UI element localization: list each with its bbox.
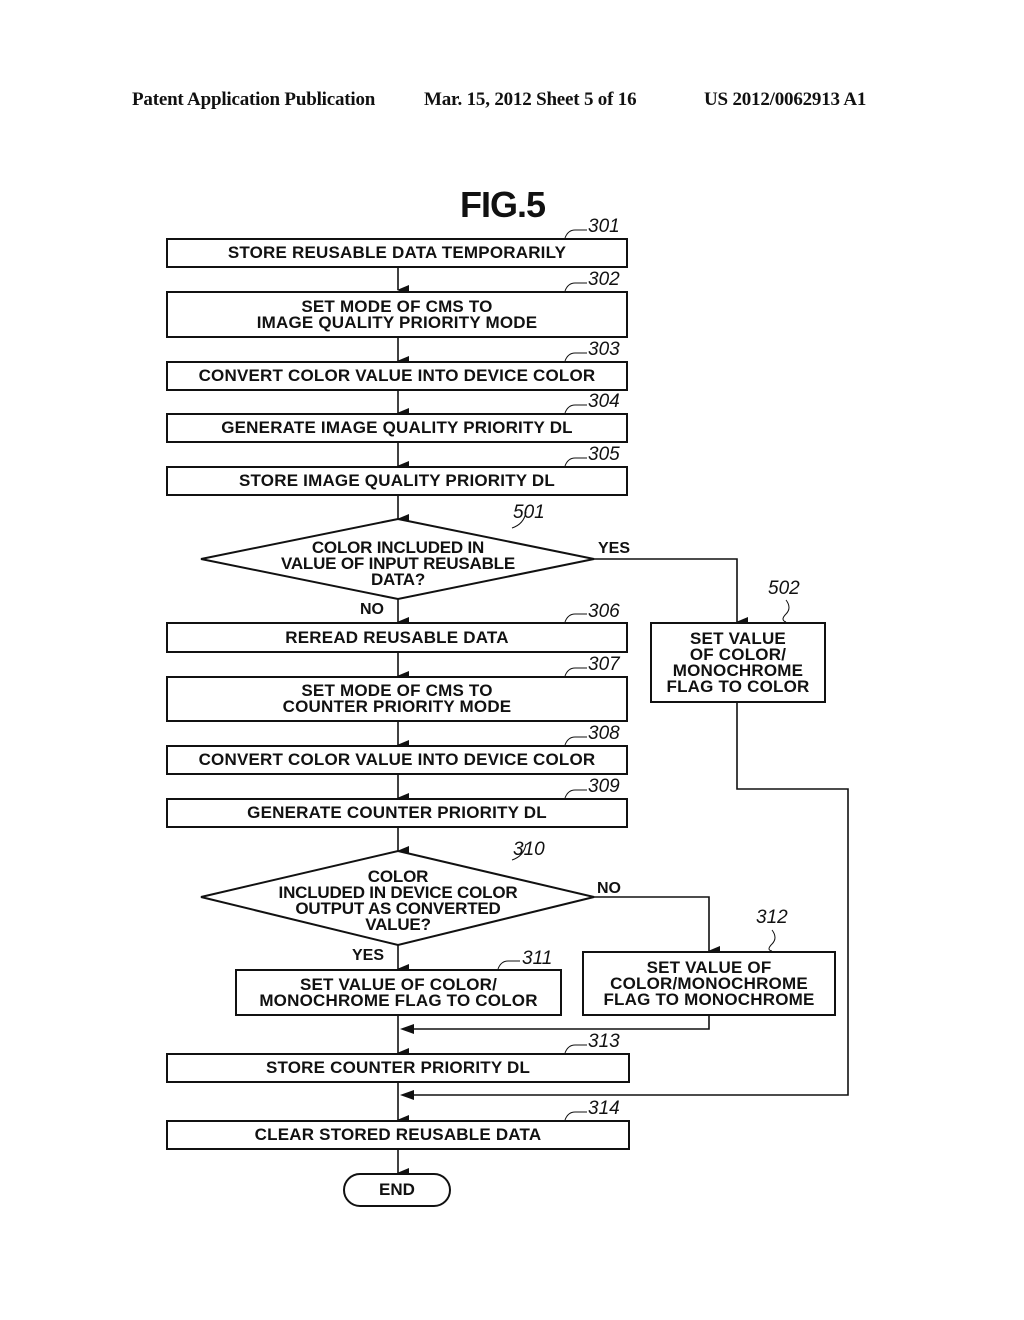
step-302-box: SET MODE OF CMS TO IMAGE QUALITY PRIORIT…	[166, 291, 628, 338]
leader-306	[564, 613, 587, 623]
step-314-text: CLEAR STORED REUSABLE DATA	[254, 1125, 542, 1144]
ref-501: 501	[513, 502, 545, 523]
leader-313	[564, 1044, 587, 1054]
ref-302: 302	[588, 269, 620, 290]
decision-310-yes-label: YES	[352, 947, 385, 964]
step-307-box: SET MODE OF CMS TO COUNTER PRIORITY MODE	[166, 676, 628, 722]
step-303-box: CONVERT COLOR VALUE INTO DEVICE COLOR	[166, 361, 628, 391]
ref-304: 304	[588, 391, 620, 412]
leader-312	[768, 929, 776, 952]
step-309-box: GENERATE COUNTER PRIORITY DL	[166, 798, 628, 828]
leader-302	[564, 282, 587, 292]
arrowhead-312-return	[400, 1024, 414, 1034]
step-312-box: SET VALUE OF COLOR/MONOCHROME FLAG TO MO…	[582, 951, 836, 1016]
step-306-box: REREAD REUSABLE DATA	[166, 622, 628, 653]
decision-501-text: COLOR INCLUDED IN VALUE OF INPUT REUSABL…	[280, 538, 516, 589]
step-311-box: SET VALUE OF COLOR/ MONOCHROME FLAG TO C…	[235, 969, 562, 1016]
leader-309	[564, 789, 587, 799]
step-305-text: STORE IMAGE QUALITY PRIORITY DL	[238, 471, 555, 490]
leader-301	[564, 229, 587, 239]
step-502-box: SET VALUE OF COLOR/ MONOCHROME FLAG TO C…	[650, 622, 826, 703]
step-502-text: SET VALUE OF COLOR/ MONOCHROME FLAG TO C…	[666, 628, 810, 696]
step-312-text: SET VALUE OF COLOR/MONOCHROME FLAG TO MO…	[603, 957, 815, 1009]
ref-303: 303	[588, 339, 620, 360]
ref-309: 309	[588, 776, 620, 797]
leader-311	[497, 960, 520, 970]
decision-501-yes-label: YES	[598, 540, 631, 557]
step-304-box: GENERATE IMAGE QUALITY PRIORITY DL	[166, 413, 628, 443]
step-308-box: CONVERT COLOR VALUE INTO DEVICE COLOR	[166, 745, 628, 775]
step-313-text: STORE COUNTER PRIORITY DL	[265, 1058, 531, 1077]
step-303-text: CONVERT COLOR VALUE INTO DEVICE COLOR	[198, 366, 596, 385]
leader-314	[564, 1111, 587, 1121]
step-308-text: CONVERT COLOR VALUE INTO DEVICE COLOR	[198, 750, 596, 769]
step-301-box: STORE REUSABLE DATA TEMPORARILY	[166, 238, 628, 268]
line-312-return	[414, 1016, 710, 1030]
ref-305: 305	[588, 444, 620, 465]
step-306-text: REREAD REUSABLE DATA	[285, 627, 509, 647]
leader-305	[564, 457, 587, 467]
step-302-text: SET MODE OF CMS TO IMAGE QUALITY PRIORIT…	[256, 296, 538, 332]
step-301-text: STORE REUSABLE DATA TEMPORARILY	[227, 243, 567, 262]
leader-502	[782, 599, 790, 623]
arrowhead-502-return	[400, 1090, 414, 1100]
ref-313: 313	[588, 1031, 620, 1052]
ref-312: 312	[756, 907, 788, 928]
step-309-text: GENERATE COUNTER PRIORITY DL	[247, 803, 547, 822]
step-313-box: STORE COUNTER PRIORITY DL	[166, 1053, 630, 1083]
ref-310: 310	[513, 839, 545, 860]
ref-301: 301	[588, 216, 620, 237]
step-311-text: SET VALUE OF COLOR/ MONOCHROME FLAG TO C…	[259, 974, 538, 1010]
ref-306: 306	[588, 601, 620, 622]
leader-304	[564, 404, 587, 414]
leader-307	[564, 667, 587, 677]
end-text: END	[379, 1180, 415, 1199]
ref-311: 311	[522, 948, 553, 969]
ref-502: 502	[768, 578, 800, 599]
leader-308	[564, 736, 587, 746]
arrow-310-no-312	[594, 896, 720, 956]
end-terminal: END	[343, 1173, 451, 1207]
step-314-box: CLEAR STORED REUSABLE DATA	[166, 1120, 630, 1150]
step-304-text: GENERATE IMAGE QUALITY PRIORITY DL	[221, 418, 573, 437]
decision-501-no-label: NO	[360, 601, 384, 618]
leader-303	[564, 352, 587, 362]
ref-307: 307	[588, 654, 620, 675]
ref-308: 308	[588, 723, 620, 744]
decision-310-no-label: NO	[597, 880, 621, 897]
ref-314: 314	[588, 1098, 620, 1119]
step-305-box: STORE IMAGE QUALITY PRIORITY DL	[166, 466, 628, 496]
step-307-text: SET MODE OF CMS TO COUNTER PRIORITY MODE	[282, 681, 512, 716]
decision-310-text: COLOR INCLUDED IN DEVICE COLOR OUTPUT AS…	[278, 867, 518, 934]
